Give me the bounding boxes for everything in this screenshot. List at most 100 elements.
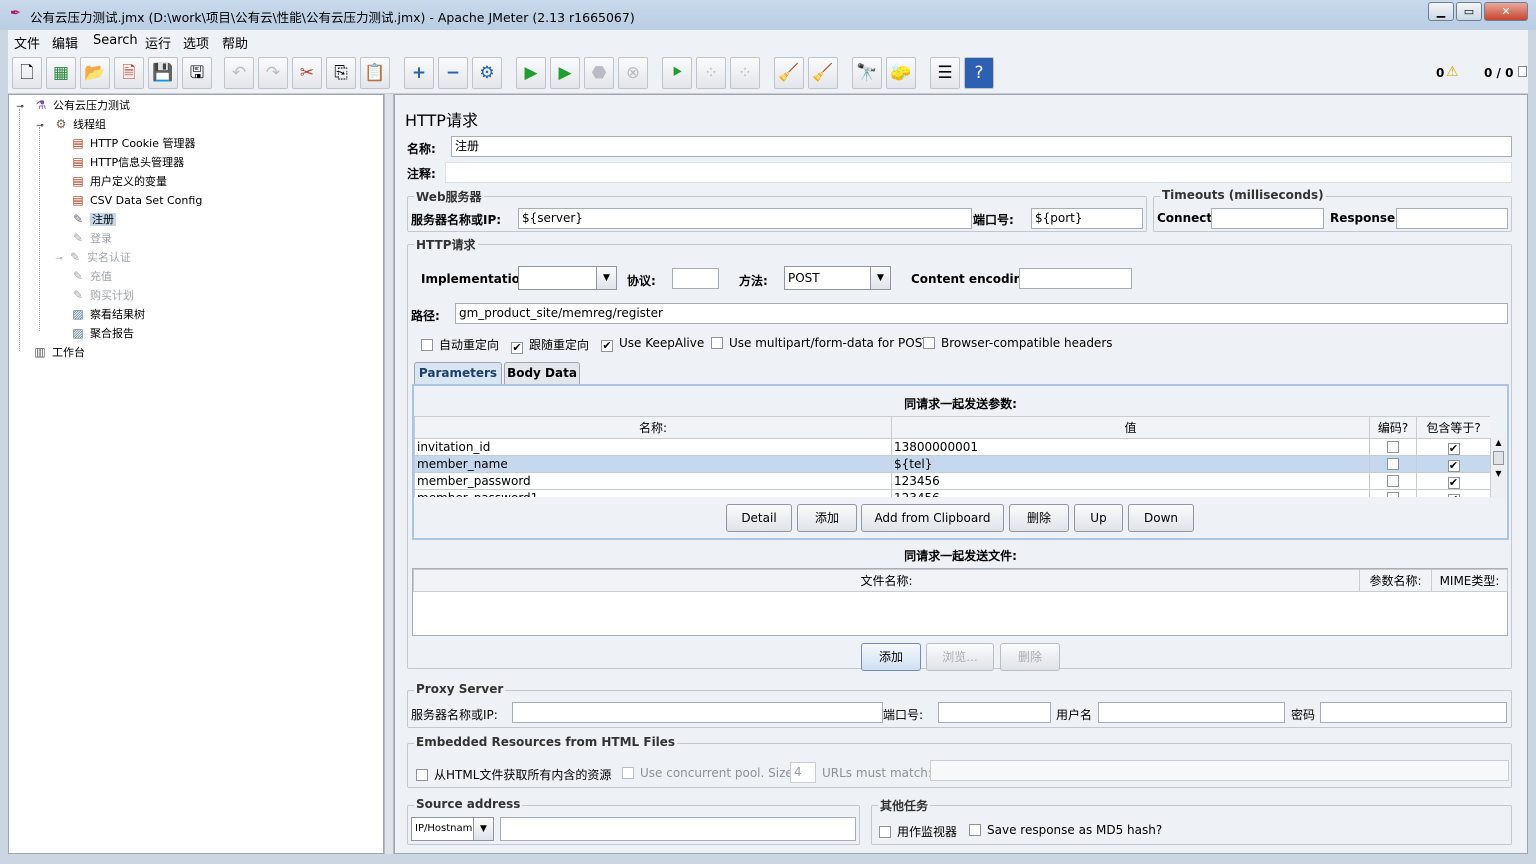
column-header-value[interactable]: 值 xyxy=(891,416,1370,439)
tree-node-register[interactable]: ✎ 注册 xyxy=(69,211,116,227)
param-value-cell[interactable]: 123456 xyxy=(891,489,1370,497)
maximize-button[interactable]: ▭ xyxy=(1456,2,1482,21)
use-as-monitor-checkbox[interactable]: 用作监视器 xyxy=(879,823,957,840)
detail-button[interactable]: Detail xyxy=(726,504,792,532)
browse-file-button[interactable]: 浏览... xyxy=(926,643,994,671)
table-row[interactable]: member_name ${tel} ✔ xyxy=(414,455,1490,473)
shutdown-icon[interactable]: ⊗ xyxy=(618,57,648,89)
connect-timeout-input[interactable] xyxy=(1211,208,1324,229)
tree-node-thread-group[interactable]: ⊸ ⚙ 线程组 xyxy=(31,116,106,132)
tab-body-data[interactable]: Body Data xyxy=(504,362,580,384)
delete-param-button[interactable]: 删除 xyxy=(1009,504,1069,532)
encode-checkbox[interactable] xyxy=(1387,458,1399,470)
column-header-name[interactable]: 名称: xyxy=(414,416,892,439)
down-button[interactable]: Down xyxy=(1128,504,1194,532)
table-row[interactable]: invitation_id 13800000001 ✔ xyxy=(414,438,1490,456)
method-select[interactable]: POST ▼ xyxy=(784,266,891,290)
paste-icon[interactable]: 📋 xyxy=(360,57,390,89)
retrieve-resources-checkbox[interactable]: 从HTML文件获取所有内含的资源 xyxy=(416,766,611,783)
close-file-icon[interactable]: 🗎 xyxy=(114,57,144,89)
tree-node-realname-auth[interactable]: ⊸ ✎ 实名认证 xyxy=(53,249,131,265)
port-input[interactable]: ${port} xyxy=(1031,208,1143,229)
server-input[interactable]: ${server} xyxy=(518,208,972,229)
templates-icon[interactable]: ▦ xyxy=(46,57,76,89)
new-icon[interactable]: 🗋 xyxy=(12,57,42,89)
path-input[interactable]: gm_product_site/memreg/register xyxy=(455,303,1508,324)
tree-node-header-manager[interactable]: ▤ HTTP信息头管理器 xyxy=(69,154,184,170)
response-timeout-input[interactable] xyxy=(1396,208,1508,229)
tree-node-cookie-manager[interactable]: ▤ HTTP Cookie 管理器 xyxy=(69,135,195,151)
start-icon[interactable]: ▶ xyxy=(516,57,546,89)
function-helper-icon[interactable]: ☰ xyxy=(930,57,960,89)
remote-stop-icon[interactable]: ⁘ xyxy=(696,57,726,89)
tree-node-aggregate-report[interactable]: ▨ 聚合报告 xyxy=(69,325,134,341)
browser-headers-checkbox[interactable]: Browser-compatible headers xyxy=(923,336,1113,350)
tree-node-workbench[interactable]: ▥ 工作台 xyxy=(31,344,85,360)
delete-file-button[interactable]: 删除 xyxy=(1000,643,1060,671)
include-equals-checkbox[interactable]: ✔ xyxy=(1447,443,1460,455)
add-from-clipboard-button[interactable]: Add from Clipboard xyxy=(861,504,1004,532)
up-button[interactable]: Up xyxy=(1074,504,1123,532)
scroll-up-icon[interactable]: ▲ xyxy=(1491,438,1506,447)
proxy-server-input[interactable] xyxy=(512,702,883,723)
remote-shutdown-icon[interactable]: ⁘ xyxy=(730,57,760,89)
param-value-cell[interactable]: 13800000001 xyxy=(891,438,1370,456)
include-equals-checkbox[interactable]: ✔ xyxy=(1447,460,1460,472)
tree-node-purchase-plan[interactable]: ✎ 购买计划 xyxy=(69,287,134,303)
copy-icon[interactable]: ⎘ xyxy=(326,57,356,89)
minimize-button[interactable]: ▁ xyxy=(1428,2,1454,21)
save-as-icon[interactable]: 🖫 xyxy=(182,57,212,89)
files-table-area[interactable]: 文件名称: 参数名称: MIME类型: xyxy=(412,568,1508,636)
reset-search-icon[interactable]: 🧽 xyxy=(886,57,916,89)
menu-edit[interactable]: 编辑 xyxy=(52,33,78,52)
add-param-button[interactable]: 添加 xyxy=(797,504,857,532)
follow-redirects-checkbox[interactable]: ✔ 跟随重定向 xyxy=(511,336,589,354)
column-header-encode[interactable]: 编码? xyxy=(1369,416,1417,439)
auto-redirect-checkbox[interactable]: 自动重定向 xyxy=(421,336,499,353)
toggle-icon[interactable]: ⚙ xyxy=(472,57,502,89)
scroll-thumb[interactable] xyxy=(1493,451,1504,465)
include-equals-checkbox[interactable]: ✔ xyxy=(1447,494,1460,497)
undo-icon[interactable]: ↶ xyxy=(224,57,254,89)
proxy-password-input[interactable] xyxy=(1320,702,1507,723)
protocol-input[interactable] xyxy=(672,268,719,289)
encode-checkbox[interactable] xyxy=(1387,492,1399,497)
split-pane-divider[interactable] xyxy=(384,94,394,854)
multipart-checkbox[interactable]: Use multipart/form-data for POST xyxy=(711,336,930,350)
column-header-mime-type[interactable]: MIME类型: xyxy=(1431,569,1508,592)
menu-help[interactable]: 帮助 xyxy=(222,33,248,52)
urls-match-input[interactable] xyxy=(930,760,1509,781)
close-button[interactable]: ✕ xyxy=(1484,2,1528,21)
encode-checkbox[interactable] xyxy=(1387,441,1399,453)
column-header-file-name[interactable]: 文件名称: xyxy=(413,569,1360,592)
tree-node-user-variables[interactable]: ▤ 用户定义的变量 xyxy=(69,173,167,189)
param-name-cell[interactable]: member_password xyxy=(414,472,892,490)
content-encoding-input[interactable] xyxy=(1019,268,1132,289)
param-value-cell[interactable]: 123456 xyxy=(891,472,1370,490)
column-header-include-equals[interactable]: 包含等于? xyxy=(1416,416,1490,439)
comment-input[interactable] xyxy=(445,162,1512,183)
md5-hash-checkbox[interactable]: Save response as MD5 hash? xyxy=(969,823,1162,837)
start-no-pauses-icon[interactable]: ▶ xyxy=(550,57,580,89)
keepalive-checkbox[interactable]: ✔ Use KeepAlive xyxy=(601,336,704,352)
source-address-input[interactable] xyxy=(500,817,856,841)
column-header-param-name[interactable]: 参数名称: xyxy=(1359,569,1432,592)
proxy-port-input[interactable] xyxy=(938,702,1051,723)
table-row[interactable]: member_password 123456 ✔ xyxy=(414,472,1490,490)
warning-icon[interactable]: ⚠ xyxy=(1446,64,1459,80)
menu-options[interactable]: 选项 xyxy=(183,33,209,52)
collapse-icon[interactable]: − xyxy=(438,57,468,89)
menu-file[interactable]: 文件 xyxy=(14,33,40,52)
help-icon[interactable]: ? xyxy=(964,57,994,89)
concurrent-pool-checkbox[interactable]: Use concurrent pool. Size: xyxy=(622,766,797,780)
table-row[interactable]: member_password1 123456 ✔ xyxy=(414,489,1490,497)
menu-run[interactable]: 运行 xyxy=(145,33,171,52)
pool-size-input[interactable]: 4 xyxy=(790,762,816,783)
params-scrollbar[interactable]: ▲ ▼ xyxy=(1490,438,1506,497)
param-value-cell[interactable]: ${tel} xyxy=(891,455,1370,473)
search-icon[interactable]: 🔭 xyxy=(852,57,882,89)
stop-icon[interactable]: ⬣ xyxy=(584,57,614,89)
tree-node-login[interactable]: ✎ 登录 xyxy=(69,230,112,246)
redo-icon[interactable]: ↷ xyxy=(258,57,288,89)
menu-search[interactable]: Search xyxy=(93,33,138,48)
